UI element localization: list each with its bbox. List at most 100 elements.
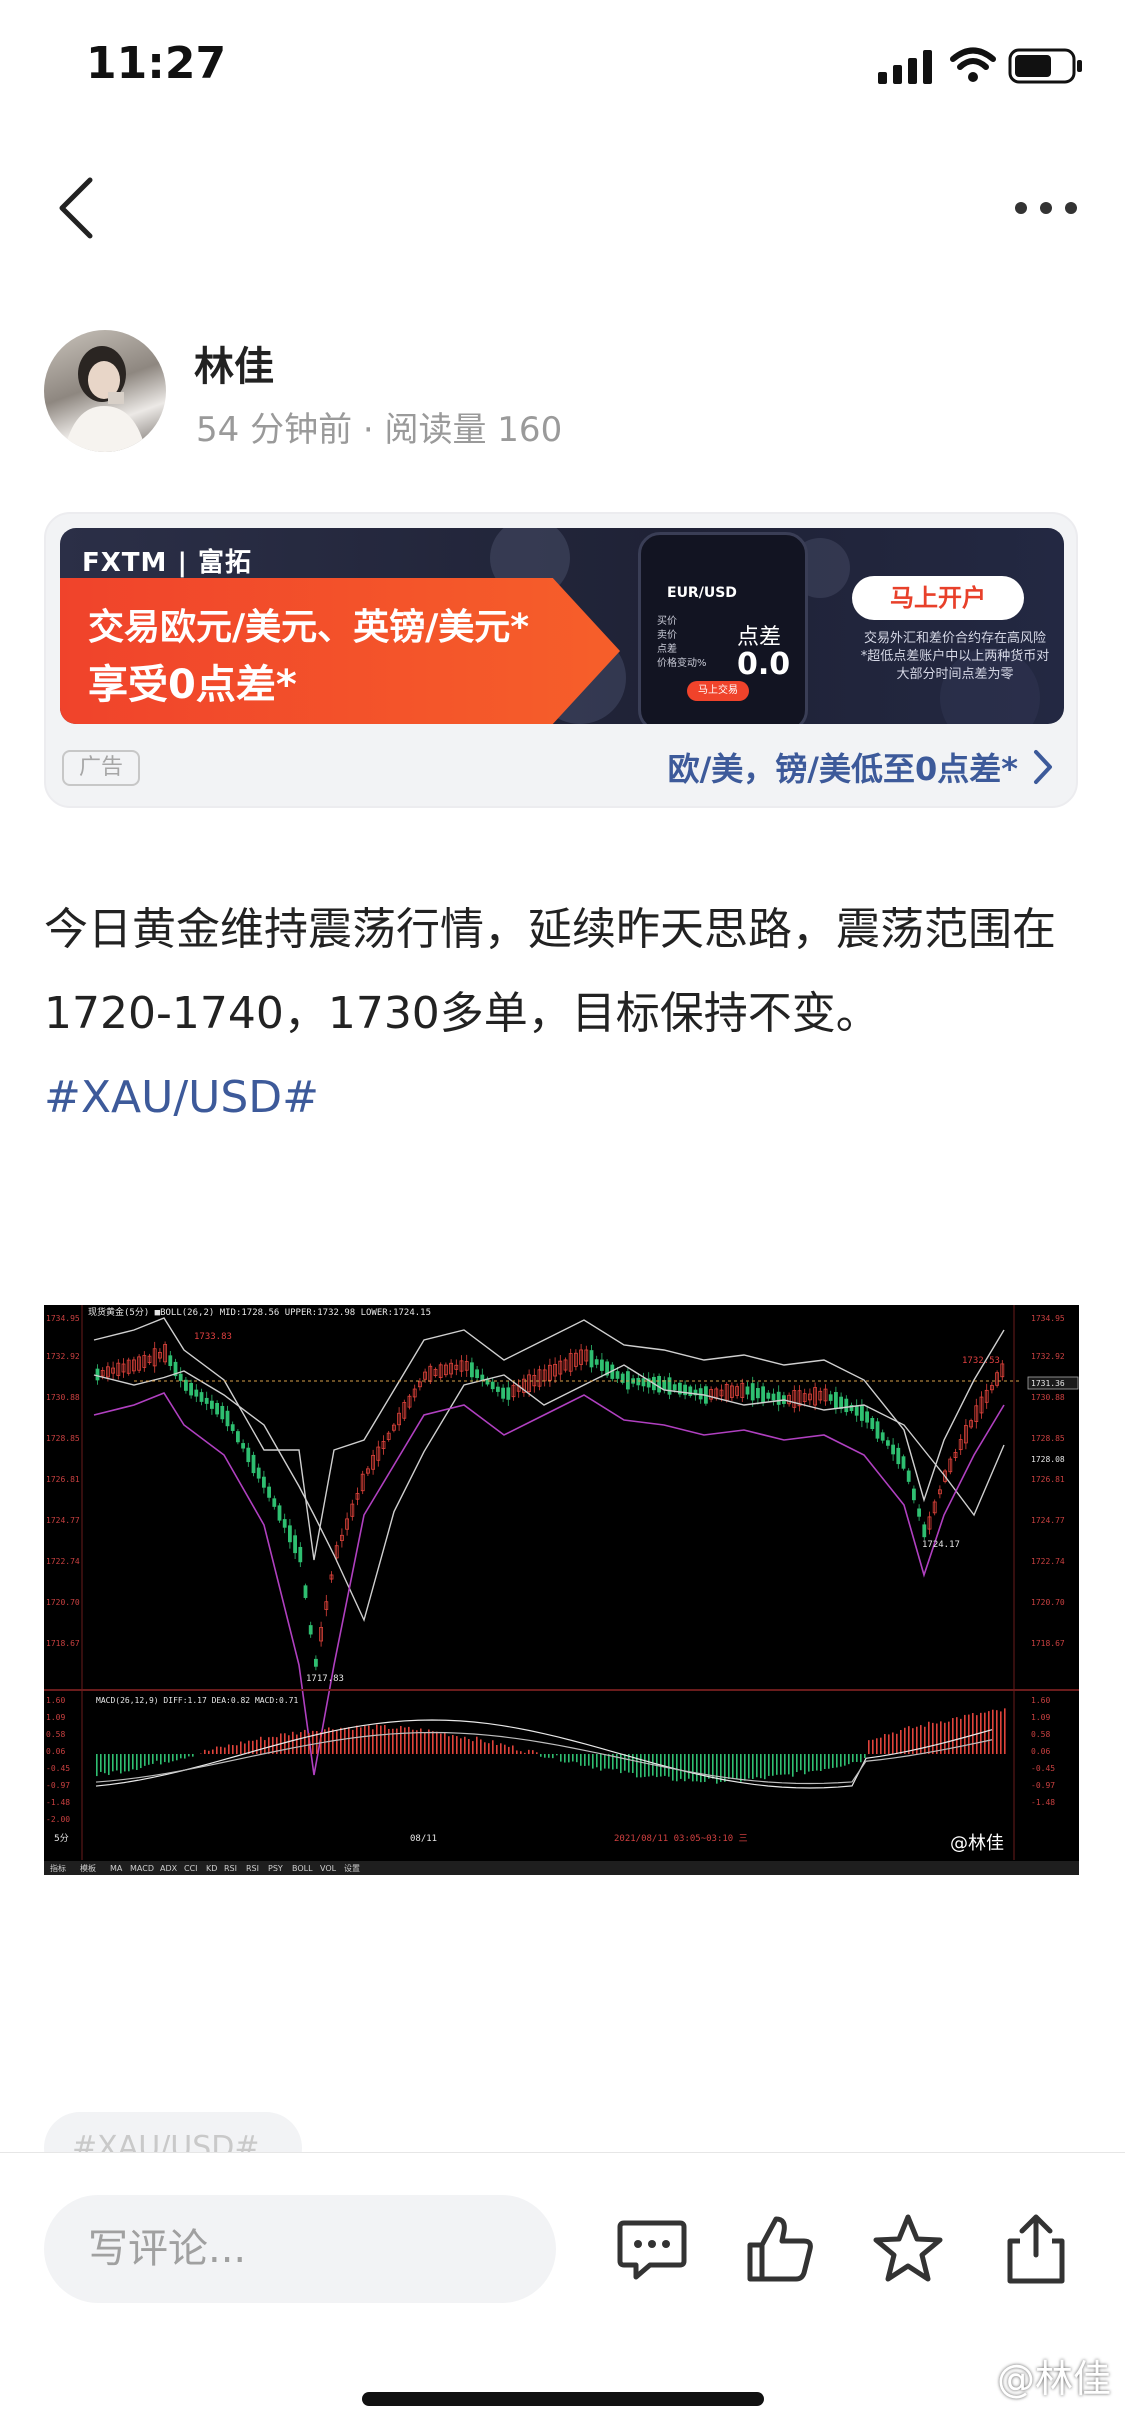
svg-text:1730.88: 1730.88 [46, 1393, 80, 1402]
macd-bar [192, 1754, 194, 1757]
avatar-photo [64, 346, 146, 452]
author-name[interactable]: 林佳 [194, 334, 274, 392]
annotation-recent-high: 1732.53 [962, 1356, 1000, 1366]
ad-label: 广告 [62, 750, 140, 786]
candle-body [282, 1519, 287, 1528]
macd-bar [188, 1754, 190, 1757]
macd-bar [820, 1754, 822, 1771]
macd-bar [108, 1754, 110, 1775]
macd-bar [460, 1738, 462, 1754]
macd-bar [144, 1754, 146, 1766]
annotation-low: 1717.83 [306, 1674, 344, 1684]
candle-body [886, 1440, 890, 1446]
svg-text:MA: MA [110, 1864, 123, 1873]
macd-bar [728, 1754, 730, 1779]
avatar[interactable] [44, 330, 166, 452]
macd-bar [920, 1725, 922, 1754]
macd-bar [532, 1750, 534, 1754]
macd-bar [748, 1754, 750, 1779]
chevron-right-icon[interactable] [1032, 748, 1054, 786]
star-icon[interactable] [870, 2211, 946, 2287]
comment-icon[interactable] [614, 2211, 690, 2287]
share-icon[interactable] [998, 2211, 1074, 2287]
candle-body [204, 1397, 209, 1404]
candle-body [189, 1382, 194, 1396]
macd-bar [568, 1754, 570, 1763]
macd-bar [796, 1754, 798, 1773]
macd-bar [772, 1754, 774, 1776]
macd-bar [464, 1736, 466, 1754]
post-hashtag-link[interactable]: #XAU/USD# [44, 1072, 319, 1123]
macd-bar [400, 1726, 402, 1754]
annotation-high: 1733.83 [194, 1332, 232, 1342]
boll-mid-line [93, 1364, 1005, 1623]
chart-image[interactable]: 现货黄金(5分) ■BOLL(26,2) MID:1728.56 UPPER:1… [44, 1305, 1079, 1875]
macd-bar [472, 1741, 474, 1754]
macd-bar [908, 1726, 910, 1754]
macd-bar [760, 1754, 762, 1779]
macd-bar [512, 1745, 514, 1754]
macd-bar [424, 1732, 426, 1754]
macd-bar [960, 1718, 962, 1754]
candle-body [501, 1387, 506, 1399]
status-time: 11:27 [86, 38, 227, 89]
macd-bar [292, 1731, 294, 1754]
boll-lower-line [93, 1392, 1005, 1776]
ad-card[interactable]: FXTM | 富拓 交易欧元/美元、英镑/美元* 享受0点差* EUR/USD … [44, 512, 1078, 808]
macd-bar [416, 1730, 418, 1754]
macd-bar [844, 1754, 846, 1766]
chevron-left-icon[interactable] [54, 176, 98, 240]
macd-bar [816, 1754, 818, 1771]
svg-text:-1.48: -1.48 [46, 1798, 70, 1807]
more-icon[interactable] [1014, 200, 1078, 216]
macd-bar [824, 1754, 826, 1770]
macd-bar [872, 1739, 874, 1754]
macd-bar [800, 1754, 802, 1771]
macd-bar [504, 1744, 506, 1754]
macd-bar [604, 1754, 606, 1769]
macd-bar [240, 1741, 242, 1754]
macd-bar [924, 1726, 926, 1754]
footer-time: 2021/08/11 03:05~03:10 三 [614, 1834, 748, 1844]
home-indicator[interactable] [362, 2392, 764, 2406]
candle-body [272, 1498, 277, 1507]
macd-bar [752, 1754, 754, 1779]
macd-bar [556, 1754, 558, 1756]
ad-headline-1: 交易欧元/美元、英镑/美元* [88, 607, 530, 648]
macd-bar [672, 1754, 674, 1781]
macd-bar [640, 1754, 642, 1778]
macd-bar [720, 1754, 722, 1782]
comment-input[interactable]: 写评论... [44, 2195, 556, 2303]
macd-bar [988, 1711, 990, 1754]
svg-text:0.06: 0.06 [1031, 1747, 1050, 1756]
ad-banner[interactable]: FXTM | 富拓 交易欧元/美元、英镑/美元* 享受0点差* EUR/USD … [60, 528, 1064, 724]
macd-bar [404, 1727, 406, 1754]
svg-text:0.58: 0.58 [1031, 1730, 1050, 1739]
macd-bar [116, 1754, 118, 1771]
thumbs-up-icon[interactable] [742, 2211, 818, 2287]
ad-cta-button[interactable]: 马上开户 [852, 576, 1024, 620]
svg-text:1724.77: 1724.77 [46, 1516, 80, 1525]
ad-link[interactable]: 欧/美，镑/美低至0点差* [668, 744, 1018, 790]
candle-body [896, 1447, 901, 1465]
macd-bar [216, 1746, 218, 1754]
macd-bar [440, 1733, 442, 1754]
battery-icon [1008, 48, 1082, 84]
macd-bar [940, 1721, 942, 1754]
svg-text:1726.81: 1726.81 [1031, 1475, 1065, 1484]
macd-bar [692, 1754, 694, 1782]
candle-body [771, 1393, 776, 1401]
candle-body [688, 1386, 693, 1396]
macd-bar [496, 1744, 498, 1754]
post-text: 今日黄金维持震荡行情，延续昨天思路，震荡范围在1720-1740，1730多单，… [44, 904, 1056, 1039]
candle-body [313, 1658, 318, 1667]
candle-body [875, 1421, 880, 1439]
candle-body [225, 1410, 230, 1427]
macd-bar [508, 1746, 510, 1754]
candle-body [750, 1383, 755, 1401]
candles-up [100, 1341, 1005, 1647]
candle-body [756, 1388, 760, 1399]
svg-text:BOLL: BOLL [292, 1864, 313, 1873]
macd-bar [256, 1739, 258, 1754]
svg-text:RSI: RSI [224, 1864, 237, 1873]
